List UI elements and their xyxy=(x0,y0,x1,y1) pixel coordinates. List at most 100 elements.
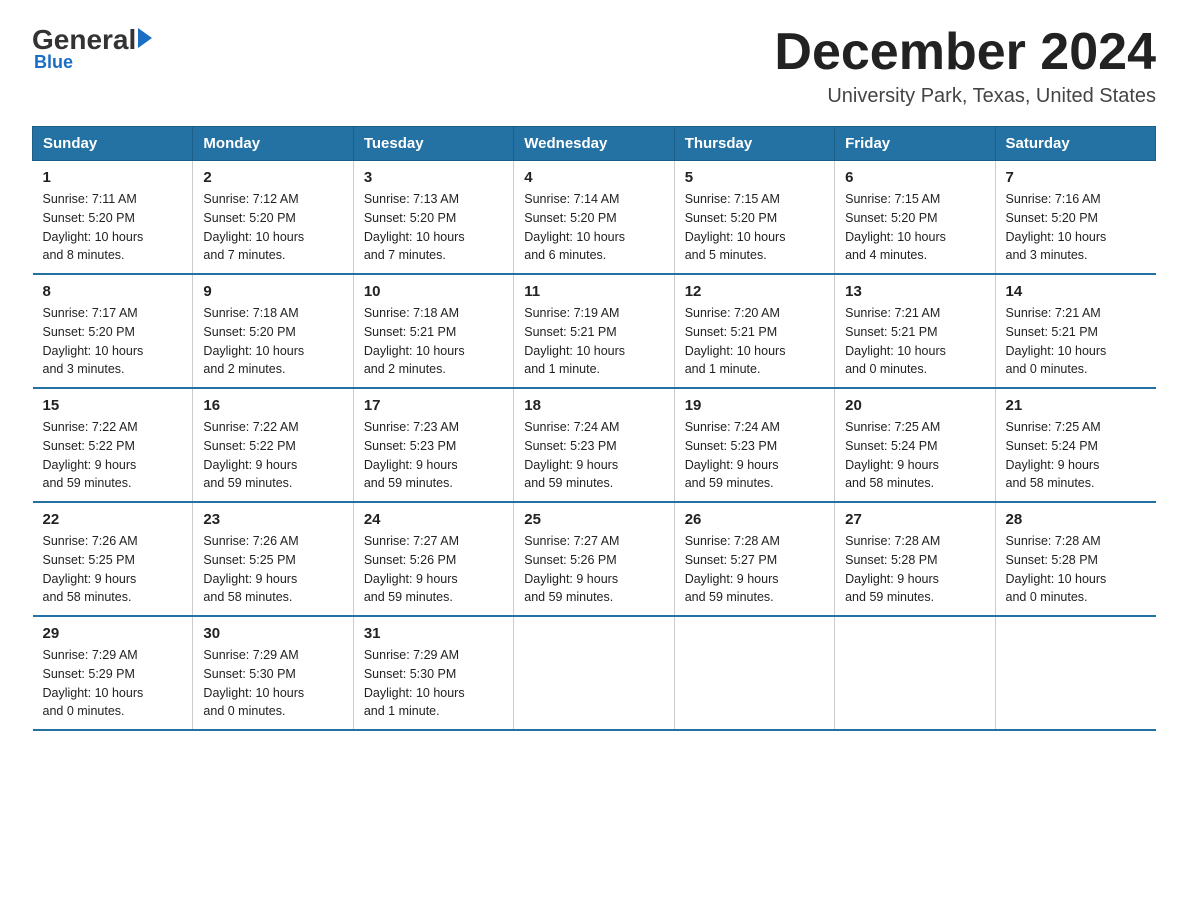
day-number: 28 xyxy=(1006,511,1146,528)
calendar-day-cell: 3 Sunrise: 7:13 AM Sunset: 5:20 PM Daylig… xyxy=(353,161,513,275)
day-info: Sunrise: 7:21 AM Sunset: 5:21 PM Dayligh… xyxy=(1006,304,1146,379)
day-number: 16 xyxy=(203,397,342,414)
day-number: 13 xyxy=(845,283,984,300)
day-number: 3 xyxy=(364,169,503,186)
weekday-header-friday: Friday xyxy=(835,127,995,161)
calendar-day-cell: 23 Sunrise: 7:26 AM Sunset: 5:25 PM Dayli… xyxy=(193,502,353,616)
weekday-header-row: SundayMondayTuesdayWednesdayThursdayFrid… xyxy=(33,127,1156,161)
day-number: 14 xyxy=(1006,283,1146,300)
day-info: Sunrise: 7:22 AM Sunset: 5:22 PM Dayligh… xyxy=(43,418,183,493)
calendar-day-cell: 8 Sunrise: 7:17 AM Sunset: 5:20 PM Daylig… xyxy=(33,274,193,388)
calendar-day-cell: 31 Sunrise: 7:29 AM Sunset: 5:30 PM Dayli… xyxy=(353,616,513,730)
calendar-week-row: 29 Sunrise: 7:29 AM Sunset: 5:29 PM Dayli… xyxy=(33,616,1156,730)
day-number: 25 xyxy=(524,511,663,528)
day-number: 18 xyxy=(524,397,663,414)
calendar-day-cell: 27 Sunrise: 7:28 AM Sunset: 5:28 PM Dayli… xyxy=(835,502,995,616)
day-info: Sunrise: 7:18 AM Sunset: 5:20 PM Dayligh… xyxy=(203,304,342,379)
day-info: Sunrise: 7:28 AM Sunset: 5:28 PM Dayligh… xyxy=(1006,532,1146,607)
calendar-day-cell: 29 Sunrise: 7:29 AM Sunset: 5:29 PM Dayli… xyxy=(33,616,193,730)
calendar-day-cell: 2Sunrise: 7:12 AM Sunset: 5:20 PM Daylig… xyxy=(193,161,353,275)
day-number: 23 xyxy=(203,511,342,528)
day-number: 17 xyxy=(364,397,503,414)
calendar-day-cell: 10Sunrise: 7:18 AM Sunset: 5:21 PM Dayli… xyxy=(353,274,513,388)
day-number: 20 xyxy=(845,397,984,414)
calendar-week-row: 8 Sunrise: 7:17 AM Sunset: 5:20 PM Daylig… xyxy=(33,274,1156,388)
day-info: Sunrise: 7:29 AM Sunset: 5:30 PM Dayligh… xyxy=(364,646,503,721)
day-number: 21 xyxy=(1006,397,1146,414)
day-info: Sunrise: 7:26 AM Sunset: 5:25 PM Dayligh… xyxy=(43,532,183,607)
calendar-day-cell: 13Sunrise: 7:21 AM Sunset: 5:21 PM Dayli… xyxy=(835,274,995,388)
calendar-day-cell: 20 Sunrise: 7:25 AM Sunset: 5:24 PM Dayli… xyxy=(835,388,995,502)
calendar-day-cell: 4 Sunrise: 7:14 AM Sunset: 5:20 PM Daylig… xyxy=(514,161,674,275)
calendar-day-cell: 26 Sunrise: 7:28 AM Sunset: 5:27 PM Dayli… xyxy=(674,502,834,616)
day-number: 6 xyxy=(845,169,984,186)
weekday-header-saturday: Saturday xyxy=(995,127,1155,161)
day-number: 9 xyxy=(203,283,342,300)
day-info: Sunrise: 7:20 AM Sunset: 5:21 PM Dayligh… xyxy=(685,304,824,379)
day-info: Sunrise: 7:18 AM Sunset: 5:21 PM Dayligh… xyxy=(364,304,503,379)
day-number: 24 xyxy=(364,511,503,528)
day-info: Sunrise: 7:13 AM Sunset: 5:20 PM Dayligh… xyxy=(364,190,503,265)
day-number: 4 xyxy=(524,169,663,186)
day-info: Sunrise: 7:17 AM Sunset: 5:20 PM Dayligh… xyxy=(43,304,183,379)
day-info: Sunrise: 7:23 AM Sunset: 5:23 PM Dayligh… xyxy=(364,418,503,493)
day-info: Sunrise: 7:27 AM Sunset: 5:26 PM Dayligh… xyxy=(364,532,503,607)
calendar-day-cell: 12 Sunrise: 7:20 AM Sunset: 5:21 PM Dayli… xyxy=(674,274,834,388)
calendar-day-cell xyxy=(514,616,674,730)
calendar-week-row: 15 Sunrise: 7:22 AM Sunset: 5:22 PM Dayli… xyxy=(33,388,1156,502)
calendar-week-row: 22 Sunrise: 7:26 AM Sunset: 5:25 PM Dayli… xyxy=(33,502,1156,616)
day-number: 5 xyxy=(685,169,824,186)
calendar-week-row: 1 Sunrise: 7:11 AM Sunset: 5:20 PM Daylig… xyxy=(33,161,1156,275)
day-number: 8 xyxy=(43,283,183,300)
day-number: 19 xyxy=(685,397,824,414)
page-header: General Blue December 2024 University Pa… xyxy=(32,24,1156,108)
calendar-day-cell: 14 Sunrise: 7:21 AM Sunset: 5:21 PM Dayli… xyxy=(995,274,1155,388)
calendar-day-cell: 24 Sunrise: 7:27 AM Sunset: 5:26 PM Dayli… xyxy=(353,502,513,616)
calendar-table: SundayMondayTuesdayWednesdayThursdayFrid… xyxy=(32,126,1156,731)
day-number: 11 xyxy=(524,283,663,300)
calendar-day-cell: 7Sunrise: 7:16 AM Sunset: 5:20 PM Daylig… xyxy=(995,161,1155,275)
day-info: Sunrise: 7:11 AM Sunset: 5:20 PM Dayligh… xyxy=(43,190,183,265)
day-number: 29 xyxy=(43,625,183,642)
day-info: Sunrise: 7:19 AM Sunset: 5:21 PM Dayligh… xyxy=(524,304,663,379)
weekday-header-tuesday: Tuesday xyxy=(353,127,513,161)
day-info: Sunrise: 7:16 AM Sunset: 5:20 PM Dayligh… xyxy=(1006,190,1146,265)
calendar-day-cell xyxy=(995,616,1155,730)
calendar-day-cell: 6 Sunrise: 7:15 AM Sunset: 5:20 PM Daylig… xyxy=(835,161,995,275)
logo-blue-text: Blue xyxy=(34,52,73,73)
day-info: Sunrise: 7:29 AM Sunset: 5:30 PM Dayligh… xyxy=(203,646,342,721)
day-number: 30 xyxy=(203,625,342,642)
weekday-header-thursday: Thursday xyxy=(674,127,834,161)
day-info: Sunrise: 7:24 AM Sunset: 5:23 PM Dayligh… xyxy=(524,418,663,493)
day-number: 2 xyxy=(203,169,342,186)
day-number: 12 xyxy=(685,283,824,300)
day-info: Sunrise: 7:25 AM Sunset: 5:24 PM Dayligh… xyxy=(845,418,984,493)
logo-triangle-icon xyxy=(138,28,152,48)
calendar-day-cell: 22 Sunrise: 7:26 AM Sunset: 5:25 PM Dayli… xyxy=(33,502,193,616)
calendar-day-cell: 18 Sunrise: 7:24 AM Sunset: 5:23 PM Dayli… xyxy=(514,388,674,502)
day-info: Sunrise: 7:29 AM Sunset: 5:29 PM Dayligh… xyxy=(43,646,183,721)
day-number: 31 xyxy=(364,625,503,642)
day-info: Sunrise: 7:15 AM Sunset: 5:20 PM Dayligh… xyxy=(845,190,984,265)
calendar-day-cell: 19Sunrise: 7:24 AM Sunset: 5:23 PM Dayli… xyxy=(674,388,834,502)
day-info: Sunrise: 7:28 AM Sunset: 5:27 PM Dayligh… xyxy=(685,532,824,607)
day-info: Sunrise: 7:28 AM Sunset: 5:28 PM Dayligh… xyxy=(845,532,984,607)
day-number: 22 xyxy=(43,511,183,528)
calendar-day-cell: 28 Sunrise: 7:28 AM Sunset: 5:28 PM Dayli… xyxy=(995,502,1155,616)
weekday-header-wednesday: Wednesday xyxy=(514,127,674,161)
calendar-day-cell: 5Sunrise: 7:15 AM Sunset: 5:20 PM Daylig… xyxy=(674,161,834,275)
calendar-day-cell: 1 Sunrise: 7:11 AM Sunset: 5:20 PM Daylig… xyxy=(33,161,193,275)
day-info: Sunrise: 7:26 AM Sunset: 5:25 PM Dayligh… xyxy=(203,532,342,607)
calendar-day-cell: 25 Sunrise: 7:27 AM Sunset: 5:26 PM Dayli… xyxy=(514,502,674,616)
calendar-day-cell xyxy=(835,616,995,730)
day-info: Sunrise: 7:27 AM Sunset: 5:26 PM Dayligh… xyxy=(524,532,663,607)
calendar-day-cell: 16 Sunrise: 7:22 AM Sunset: 5:22 PM Dayli… xyxy=(193,388,353,502)
day-number: 15 xyxy=(43,397,183,414)
day-number: 1 xyxy=(43,169,183,186)
calendar-day-cell: 9 Sunrise: 7:18 AM Sunset: 5:20 PM Daylig… xyxy=(193,274,353,388)
day-info: Sunrise: 7:14 AM Sunset: 5:20 PM Dayligh… xyxy=(524,190,663,265)
logo: General Blue xyxy=(32,24,152,73)
day-number: 26 xyxy=(685,511,824,528)
day-info: Sunrise: 7:22 AM Sunset: 5:22 PM Dayligh… xyxy=(203,418,342,493)
day-number: 27 xyxy=(845,511,984,528)
